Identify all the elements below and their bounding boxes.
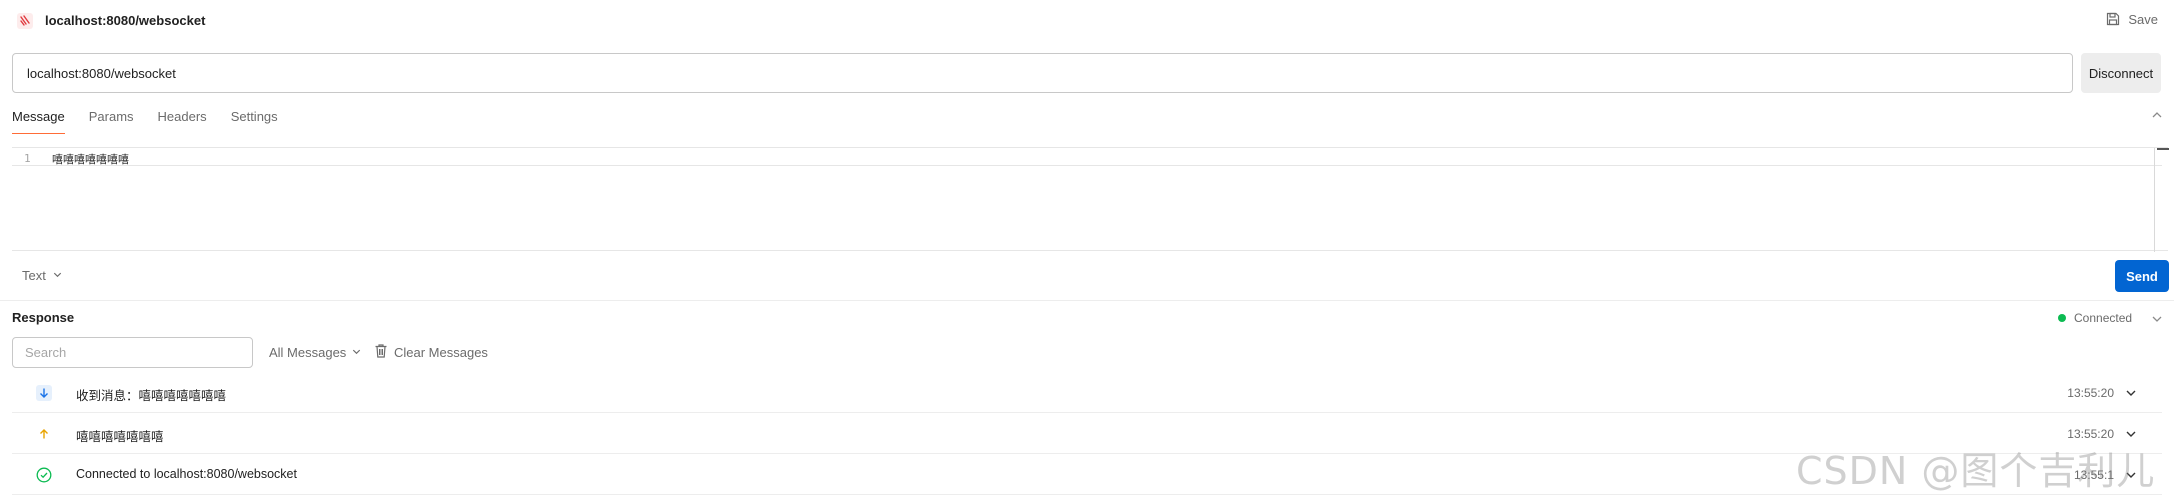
url-input[interactable] <box>12 53 2073 93</box>
message-format-select[interactable]: Text <box>22 268 63 283</box>
editor-scrollbar[interactable] <box>2154 148 2169 252</box>
editor-line: 1 嘻嘻嘻嘻嘻嘻嘻 <box>12 148 2162 166</box>
top-bar: localhost:8080/websocket Save <box>0 0 2174 44</box>
message-text: Connected to localhost:8080/websocket <box>76 467 297 481</box>
chevron-down-icon <box>52 268 63 283</box>
trash-icon <box>374 343 388 362</box>
message-content[interactable]: 嘻嘻嘻嘻嘻嘻嘻 <box>52 151 129 167</box>
save-label: Save <box>2128 11 2158 27</box>
chevron-down-icon[interactable] <box>2124 427 2138 441</box>
chevron-up-icon[interactable] <box>2150 108 2164 122</box>
filter-label: All Messages <box>269 345 347 360</box>
chevron-down-icon <box>351 345 362 360</box>
status-label: Connected <box>2074 311 2133 325</box>
clear-messages-label: Clear Messages <box>394 345 488 360</box>
disconnect-button[interactable]: Disconnect <box>2081 53 2161 93</box>
response-title: Response <box>12 310 75 325</box>
line-number: 1 <box>24 152 31 165</box>
connection-status: Connected <box>2058 311 2132 325</box>
request-tabs: Message Params Headers Settings <box>12 104 278 134</box>
format-label: Text <box>22 268 46 283</box>
arrow-up-icon <box>36 426 52 442</box>
tab-headers[interactable]: Headers <box>158 104 207 134</box>
send-button[interactable]: Send <box>2115 260 2169 292</box>
request-tab-title: localhost:8080/websocket <box>45 13 206 28</box>
chevron-down-icon[interactable] <box>2124 386 2138 400</box>
message-row[interactable]: 收到消息：嘻嘻嘻嘻嘻嘻嘻 13:55:20 <box>12 372 2162 413</box>
status-dot-icon <box>2058 314 2066 322</box>
watermark: CSDN @图个吉利儿 <box>1796 449 2156 493</box>
section-divider <box>0 300 2174 301</box>
search-input[interactable] <box>12 337 253 368</box>
save-icon <box>2107 12 2120 26</box>
message-editor[interactable]: 1 嘻嘻嘻嘻嘻嘻嘻 <box>12 147 2169 252</box>
arrow-down-icon <box>36 385 52 401</box>
message-time: 13:55:20 <box>2067 427 2114 441</box>
check-circle-icon <box>36 467 52 483</box>
save-button[interactable]: Save <box>2105 11 2158 27</box>
tab-message[interactable]: Message <box>12 104 65 134</box>
clear-messages-button[interactable]: Clear Messages <box>374 343 488 362</box>
tab-params[interactable]: Params <box>89 104 134 134</box>
message-time: 13:55:20 <box>2067 386 2114 400</box>
message-text: 嘻嘻嘻嘻嘻嘻嘻 <box>76 430 164 444</box>
message-filter-select[interactable]: All Messages <box>269 345 362 360</box>
message-text: 收到消息：嘻嘻嘻嘻嘻嘻嘻 <box>76 389 227 403</box>
tab-settings[interactable]: Settings <box>231 104 278 134</box>
websocket-icon <box>16 12 34 30</box>
chevron-down-icon[interactable] <box>2150 312 2164 326</box>
